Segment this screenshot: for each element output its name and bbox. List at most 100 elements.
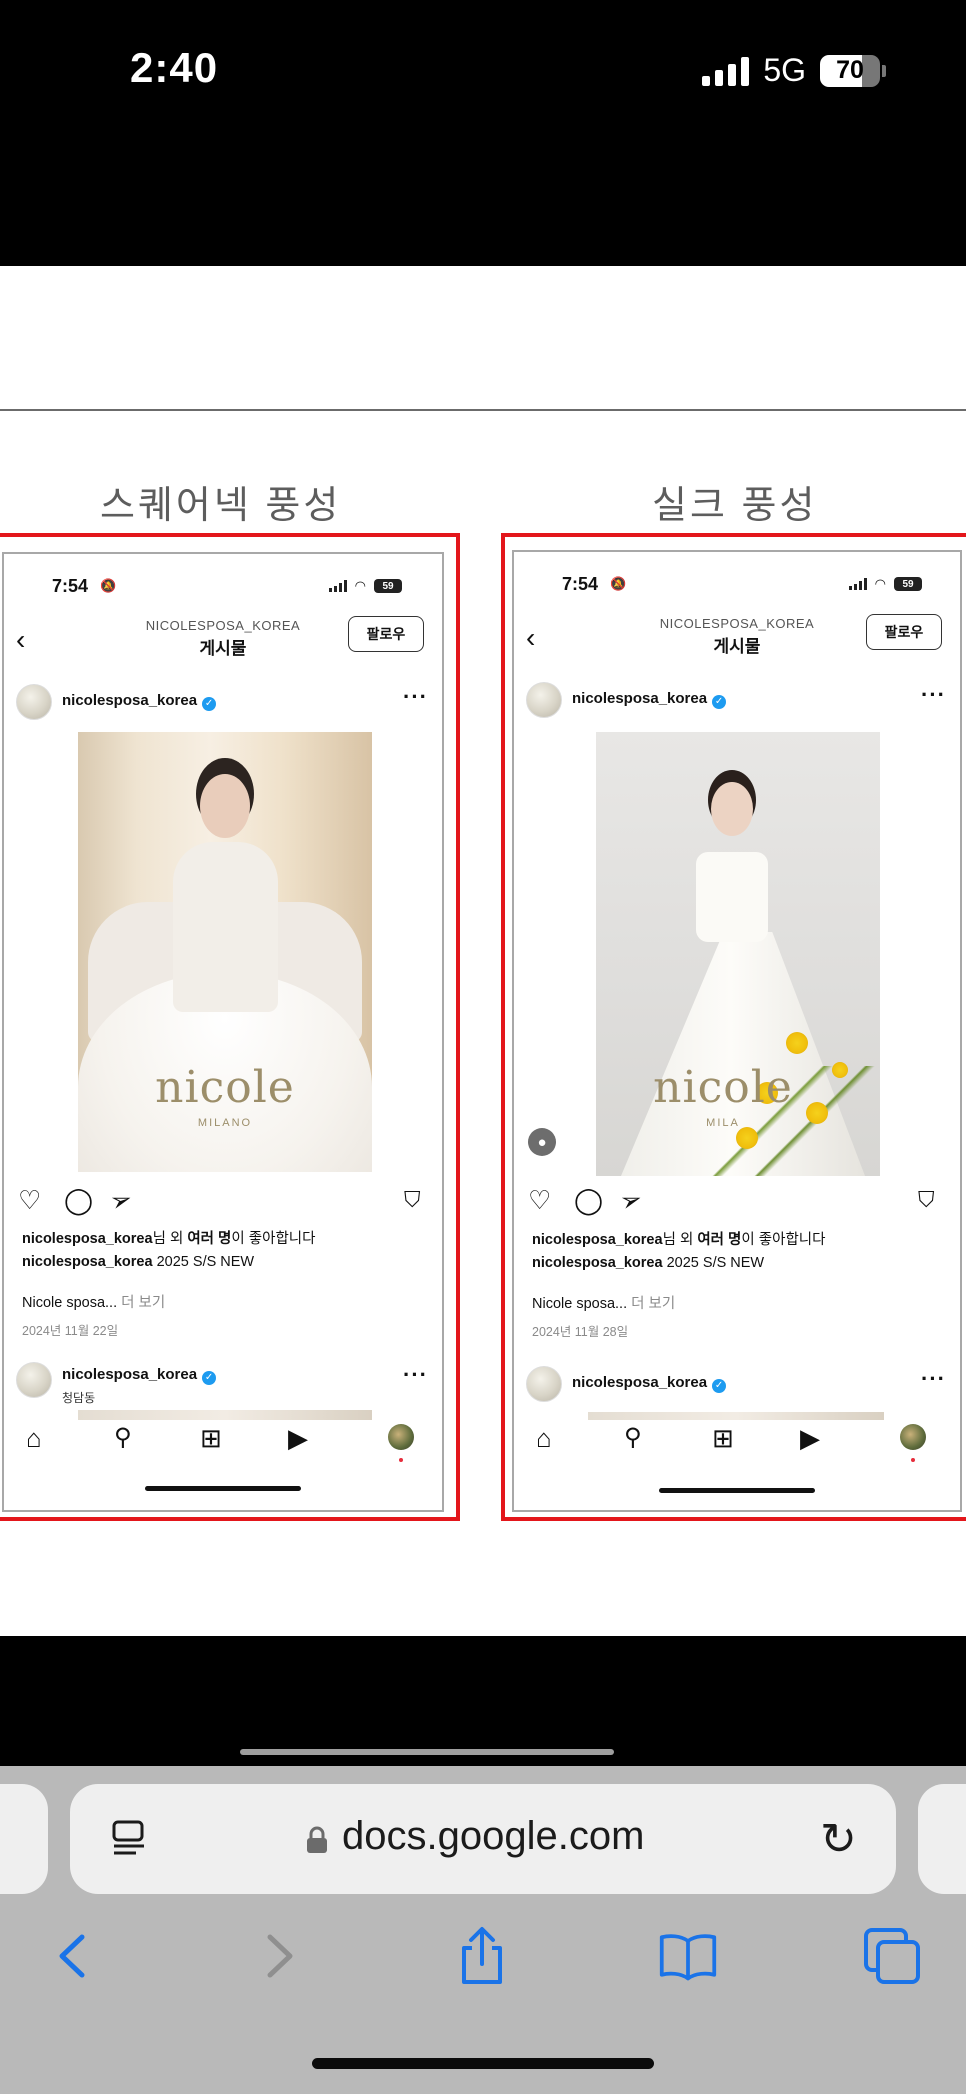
phone-battery: 59 <box>894 577 922 591</box>
see-more-link[interactable]: 더 보기 <box>631 1296 675 1312</box>
follow-button[interactable]: 팔로우 <box>348 616 424 652</box>
bookmark-icon[interactable]: ⛉ <box>404 1186 421 1214</box>
profile-avatar-icon[interactable] <box>388 1424 414 1450</box>
forward-icon[interactable] <box>250 1926 310 1986</box>
next-post-author-row: nicolesposa_korea ✓ ··· <box>514 1366 960 1406</box>
post-username[interactable]: nicolesposa_korea ✓ <box>62 692 217 711</box>
create-post-icon[interactable]: ⊞ <box>200 1424 222 1452</box>
avatar[interactable] <box>16 684 52 720</box>
post-actions: ♡ ◯ ➢ ⛉ <box>514 1182 960 1220</box>
reload-icon[interactable]: ↻ <box>820 1818 857 1862</box>
divider-line <box>0 409 966 411</box>
network-type: 5G <box>763 52 806 88</box>
next-post-username[interactable]: nicolesposa_korea ✓ <box>62 1366 217 1385</box>
comment-icon[interactable]: ◯ <box>64 1186 93 1214</box>
more-options-icon[interactable]: ··· <box>921 1366 946 1392</box>
status-time: 2:40 <box>130 44 219 91</box>
verified-badge-icon: ✓ <box>202 697 217 711</box>
post-date: 2024년 11월 28일 <box>532 1325 629 1339</box>
home-indicator-bar <box>312 2058 654 2069</box>
home-indicator <box>145 1486 301 1491</box>
caption-more: Nicole sposa... 더 보기 <box>532 1296 676 1312</box>
post-photo-lace-dress: nicole MILANO <box>78 732 372 1172</box>
home-indicator <box>659 1488 815 1493</box>
notification-dot <box>911 1458 915 1462</box>
share-send-icon[interactable]: ➢ <box>616 1182 646 1217</box>
caption-text: nicolesposa_korea 2025 S/S NEW <box>532 1255 765 1271</box>
tab-bar: ⌂ ⚲ ⊞ ▶ <box>514 1420 960 1464</box>
comment-icon[interactable]: ◯ <box>574 1186 603 1214</box>
create-post-icon[interactable]: ⊞ <box>712 1424 734 1452</box>
wifi-icon: ◠ <box>354 578 366 593</box>
post-author-row: nicolesposa_korea ✓ ··· <box>4 684 442 724</box>
share-send-icon[interactable]: ➢ <box>106 1182 136 1217</box>
home-icon[interactable]: ⌂ <box>536 1424 552 1452</box>
see-more-link[interactable]: 더 보기 <box>121 1295 165 1311</box>
battery-icon: 70 <box>820 54 886 87</box>
reader-icon[interactable] <box>110 1818 150 1858</box>
avatar[interactable] <box>526 1366 562 1402</box>
mute-bell-icon: 🔕 <box>100 578 117 593</box>
sheet-grabber[interactable] <box>240 1749 614 1755</box>
post-date: 2024년 11월 22일 <box>22 1324 119 1338</box>
url-text[interactable]: docs.google.com <box>342 1814 644 1859</box>
heart-icon[interactable]: ♡ <box>528 1186 551 1214</box>
caption-text: nicolesposa_korea 2025 S/S NEW <box>22 1254 255 1270</box>
document-page: 스퀘어넥 풍성 실크 풍성 7:54 🔕 ◠ 59 ‹ NICOLESPOSA_… <box>0 266 966 1636</box>
next-post-photo <box>78 1410 372 1420</box>
post-author-row: nicolesposa_korea ✓ ··· <box>514 682 960 722</box>
nicole-watermark: nicole <box>653 1062 793 1113</box>
caption-more: Nicole sposa... 더 보기 <box>22 1295 166 1311</box>
back-icon[interactable] <box>42 1926 102 1986</box>
next-tab-card[interactable] <box>918 1784 966 1894</box>
bookmarks-icon[interactable] <box>658 1926 718 1986</box>
phone-battery: 59 <box>374 579 402 593</box>
address-bar[interactable]: docs.google.com ↻ <box>70 1784 896 1894</box>
phone-signal-icon <box>848 578 867 590</box>
more-options-icon[interactable]: ··· <box>403 684 428 710</box>
phone-status-bar: 7:54 🔕 ◠ 59 <box>4 554 442 602</box>
more-options-icon[interactable]: ··· <box>921 682 946 708</box>
post-header: ‹ NICOLESPOSA_KOREA 게시물 팔로우 <box>514 614 960 666</box>
search-icon[interactable]: ⚲ <box>114 1424 132 1452</box>
follow-button[interactable]: 팔로우 <box>866 614 942 650</box>
verified-badge-icon: ✓ <box>712 695 727 709</box>
next-post-username[interactable]: nicolesposa_korea ✓ <box>572 1374 727 1393</box>
profile-avatar-icon[interactable] <box>900 1424 926 1450</box>
avatar[interactable] <box>526 682 562 718</box>
location-text: 청담동 <box>62 1391 96 1405</box>
previous-tab-card[interactable] <box>0 1784 48 1894</box>
post-actions: ♡ ◯ ➢ ⛉ <box>4 1182 442 1220</box>
browser-toolbar: docs.google.com ↻ <box>0 1766 966 2094</box>
battery-level: 70 <box>820 54 880 87</box>
bookmark-icon[interactable]: ⛉ <box>918 1186 935 1214</box>
post-username[interactable]: nicolesposa_korea ✓ <box>572 690 727 709</box>
heart-icon[interactable]: ♡ <box>18 1186 41 1214</box>
column-heading-square-neck: 스퀘어넥 풍성 <box>100 485 342 527</box>
phone-signal-icon <box>328 580 347 592</box>
column-heading-silk: 실크 풍성 <box>652 485 818 527</box>
post-photo-silk-dress: nicole MILA <box>596 732 880 1176</box>
watermark-sub: MILANO <box>197 1117 253 1129</box>
next-post-author-row: nicolesposa_korea ✓ 청담동 ··· <box>4 1362 442 1405</box>
phone-screenshot-left: 7:54 🔕 ◠ 59 ‹ NICOLESPOSA_KOREA 게시물 팔로우 … <box>2 552 444 1512</box>
reels-icon[interactable]: ▶ <box>288 1424 308 1452</box>
likes-text: nicolesposa_korea님 외 여러 명이 좋아합니다 <box>532 1232 826 1248</box>
phone-screenshot-right: 7:54 🔕 ◠ 59 ‹ NICOLESPOSA_KOREA 게시물 팔로우 … <box>512 550 962 1512</box>
post-header: ‹ NICOLESPOSA_KOREA 게시물 팔로우 <box>4 616 442 668</box>
reels-icon[interactable]: ▶ <box>800 1424 820 1452</box>
search-icon[interactable]: ⚲ <box>624 1424 642 1452</box>
phone-status-bar: 7:54 🔕 ◠ 59 <box>514 552 960 600</box>
tagged-people-icon[interactable]: ● <box>528 1128 556 1156</box>
status-bar: 2:40 5G 70 <box>0 0 966 266</box>
tabs-icon[interactable] <box>862 1926 922 1986</box>
home-icon[interactable]: ⌂ <box>26 1424 42 1452</box>
more-options-icon[interactable]: ··· <box>403 1362 428 1388</box>
avatar[interactable] <box>16 1362 52 1398</box>
phone-time: 7:54 <box>52 576 89 596</box>
cellular-signal-icon <box>702 56 750 86</box>
tab-bar: ⌂ ⚲ ⊞ ▶ <box>4 1420 442 1464</box>
share-icon[interactable] <box>452 1926 512 1986</box>
status-indicators: 5G 70 <box>702 52 886 89</box>
next-post-photo <box>588 1412 884 1420</box>
